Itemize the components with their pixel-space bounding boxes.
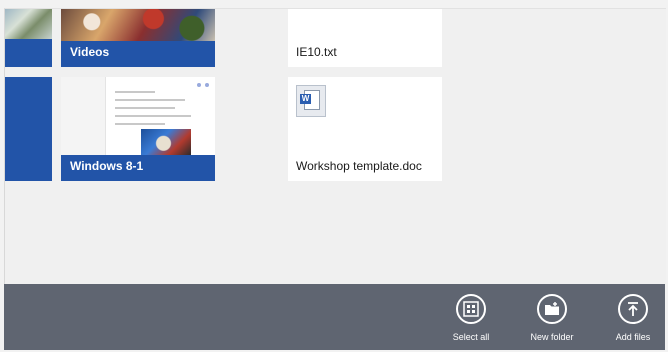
add-files-label: Add files <box>615 332 651 342</box>
folder-tile-windows[interactable]: Windows 8-1 <box>61 77 215 181</box>
add-files-button[interactable]: Add files <box>602 294 664 342</box>
file-label: Workshop template.doc <box>296 159 422 173</box>
new-folder-icon <box>537 294 567 324</box>
select-all-label: Select all <box>452 332 490 342</box>
select-all-button[interactable]: Select all <box>440 294 502 342</box>
file-tile-ie10[interactable]: IE10.txt <box>288 9 442 67</box>
file-tile-workshop-template[interactable]: W Workshop template.doc <box>288 77 442 181</box>
new-folder-button[interactable]: New folder <box>521 294 583 342</box>
app-bar: Select all New folder Add files <box>4 284 665 350</box>
videos-thumbnail <box>61 9 215 41</box>
add-files-icon <box>618 294 648 324</box>
file-label: IE10.txt <box>296 45 337 59</box>
folder-thumbnail <box>5 9 52 39</box>
word-document-icon: W <box>296 85 326 117</box>
folder-label: Windows 8-1 <box>70 159 144 173</box>
new-folder-label: New folder <box>530 332 574 342</box>
folder-label: Videos <box>70 45 110 59</box>
folder-tile-videos[interactable]: Videos <box>61 9 215 67</box>
select-all-icon <box>456 294 486 324</box>
file-grid: Videos Windows 8-1 IE10.txt W Workshop t… <box>4 8 666 285</box>
folder-tile-partial[interactable] <box>5 9 52 67</box>
folder-tile-partial[interactable] <box>5 77 52 181</box>
windows-thumbnail <box>61 77 215 155</box>
